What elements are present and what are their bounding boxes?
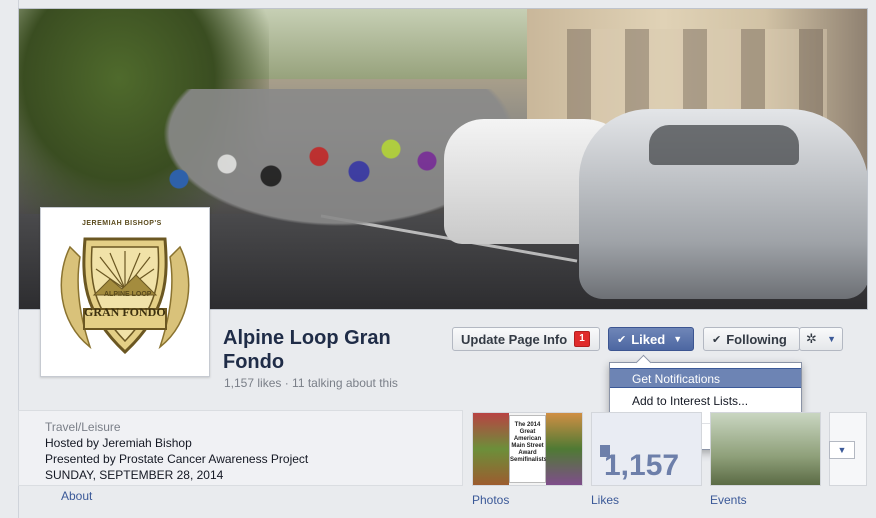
photo-left	[473, 413, 509, 485]
presented-by: Presented by Prostate Cancer Awareness P…	[45, 452, 309, 466]
logo-mid-text: ALPINE LOOP	[104, 291, 152, 298]
liked-label: Liked	[631, 331, 666, 347]
photo-right	[546, 413, 582, 485]
chevron-down-icon: ▼	[673, 334, 683, 344]
page-left-edge	[0, 0, 19, 518]
following-label: Following	[726, 331, 787, 347]
event-date: SUNDAY, SEPTEMBER 28, 2014	[45, 468, 224, 482]
update-page-info-label: Update Page Info	[461, 331, 568, 347]
photo-collage: The 2014 Great American Main Street Awar…	[473, 413, 582, 485]
likes-count: 1,157	[604, 449, 680, 482]
check-icon: ✔	[712, 333, 722, 346]
menu-item-get-notifications[interactable]: Get Notifications	[610, 368, 801, 388]
events-thumbnail[interactable]	[710, 412, 821, 486]
about-summary: Travel/Leisure Hosted by Jeremiah Bishop…	[18, 410, 463, 486]
more-apps-button[interactable]: ▼	[829, 441, 855, 459]
cover-silver-car	[579, 109, 867, 299]
hosted-by: Hosted by Jeremiah Bishop	[45, 436, 192, 450]
page-stats: 1,157 likes · 11 talking about this	[224, 376, 398, 390]
notification-badge: 1	[574, 331, 590, 347]
liked-button[interactable]: ✔ Liked ▼	[608, 327, 694, 351]
chevron-down-icon: ▼	[837, 445, 847, 455]
logo-main-text: GRAN FONDO	[84, 305, 166, 319]
about-link[interactable]: About	[61, 489, 92, 503]
likes-thumbnail[interactable]: 1,157	[591, 412, 702, 486]
gear-icon: ✲	[806, 331, 817, 346]
page-title: Alpine Loop Gran Fondo	[223, 327, 391, 373]
settings-gear-button[interactable]: ✲ ▼	[799, 327, 843, 351]
logo-top-text: JEREMIAH BISHOP'S	[82, 220, 162, 227]
photos-link[interactable]: Photos	[472, 493, 509, 507]
following-button[interactable]: ✔ Following	[703, 327, 800, 351]
page-category[interactable]: Travel/Leisure	[45, 419, 436, 435]
events-link[interactable]: Events	[710, 493, 747, 507]
photo-award-card: The 2014 Great American Main Street Awar…	[509, 415, 547, 483]
check-icon: ✔	[617, 333, 627, 346]
update-page-info-button[interactable]: Update Page Info 1	[452, 327, 600, 351]
menu-item-add-to-interest-lists[interactable]: Add to Interest Lists...	[610, 391, 801, 411]
chevron-down-icon: ▼	[827, 334, 836, 344]
photos-thumbnail[interactable]: The 2014 Great American Main Street Awar…	[472, 412, 583, 486]
likes-link[interactable]: Likes	[591, 493, 619, 507]
